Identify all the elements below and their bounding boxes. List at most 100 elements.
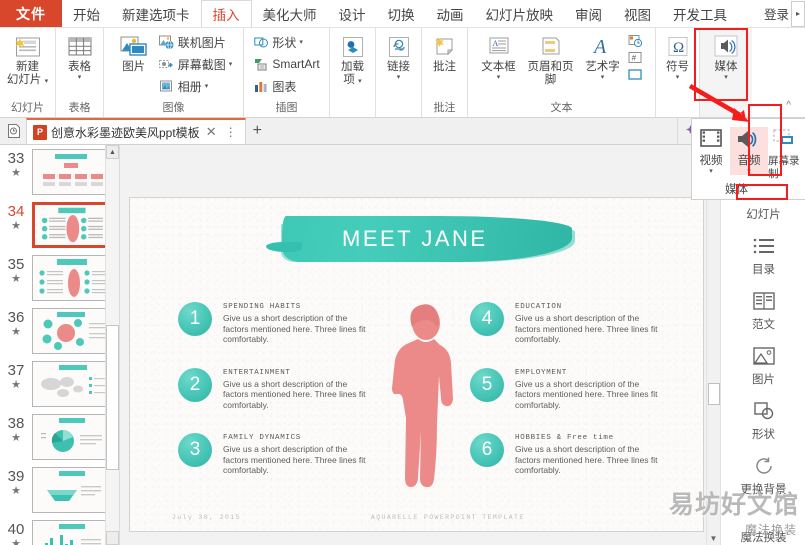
menu-item-design[interactable]: 设计 — [328, 0, 377, 27]
menu-item-insert[interactable]: 插入 — [200, 0, 252, 27]
thumbnail-image[interactable] — [32, 149, 110, 195]
thumbnail-meta: 40 ★ — [3, 520, 29, 545]
photo-album-caret[interactable]: ▾ — [205, 83, 209, 90]
wordart-button[interactable]: A 艺术字 ▾ — [582, 31, 624, 83]
thumbnail-row-36[interactable]: 36 ★ — [0, 304, 119, 357]
thumbnail-image-selected[interactable] — [32, 202, 110, 248]
star-icon[interactable]: ★ — [11, 538, 21, 545]
chevron-right-icon[interactable]: ▸ — [791, 0, 805, 27]
menu-item-view[interactable]: 视图 — [613, 0, 662, 27]
thumbnail-image[interactable] — [32, 520, 110, 545]
sidebar-item-slide[interactable]: 幻灯片 — [721, 204, 805, 228]
feature-item-5[interactable]: 5 EMPLOYMENT Give us a short description… — [470, 367, 665, 411]
sidebar-item-shape[interactable]: 形状 — [721, 393, 805, 448]
menu-item-developer[interactable]: 开发工具 — [662, 0, 738, 27]
shapes-caret[interactable]: ▾ — [299, 39, 303, 46]
slide-title[interactable]: MEET JANE — [342, 226, 572, 252]
thumbnail-row-34[interactable]: 34 ★ — [0, 198, 119, 251]
menu-item-home[interactable]: 开始 — [62, 0, 111, 27]
shapes-button[interactable]: 形状 ▾ — [251, 31, 321, 53]
document-tab[interactable]: P 创意水彩墨迹欧美风ppt模板 ✕ ⋮ — [26, 118, 246, 144]
link-caret[interactable]: ▾ — [397, 74, 401, 81]
scroll-down-icon[interactable] — [106, 531, 119, 545]
link-button[interactable]: 链接 ▾ — [380, 31, 418, 83]
thumbnail-row-38[interactable]: 38 ★ — [0, 410, 119, 463]
star-icon[interactable]: ★ — [11, 379, 21, 391]
photo-album-button[interactable]: 相册 ▾ — [157, 75, 235, 97]
thumbnail-row-40[interactable]: 40 ★ — [0, 516, 119, 545]
picture-button[interactable]: 图片 — [113, 31, 155, 76]
feature-item-4[interactable]: 4 EDUCATION Give us a short description … — [470, 302, 665, 345]
sidebar-item-sample-text[interactable]: 范文 — [721, 283, 805, 338]
video-menu-item[interactable]: 视频 ▾ — [692, 127, 730, 175]
feature-item-6[interactable]: 6 HOBBIES & Free time Give us a short de… — [470, 433, 665, 476]
chart-button[interactable]: 图表 — [251, 75, 321, 97]
thumbnail-image[interactable] — [32, 308, 110, 354]
thumbnail-row-37[interactable]: 37 ★ — [0, 357, 119, 410]
textbox-caret[interactable]: ▾ — [497, 74, 501, 81]
star-icon[interactable]: ★ — [11, 432, 21, 444]
textbox-button[interactable]: A 文本框 ▾ — [478, 31, 520, 83]
menu-item-new-tab[interactable]: 新建选项卡 — [111, 0, 201, 27]
audio-menu-item[interactable]: 音频 ▾ — [730, 127, 768, 175]
menu-item-transitions[interactable]: 切换 — [377, 0, 426, 27]
screenshot-caret[interactable]: ▾ — [229, 61, 233, 68]
addins-button[interactable]: 加载 项 ▾ — [334, 31, 372, 89]
canvas-scroll-down-icon[interactable]: ▼ — [707, 531, 720, 545]
screen-record-menu-item[interactable]: 屏幕录制 — [768, 127, 802, 181]
star-icon[interactable]: ★ — [11, 326, 21, 338]
slide-thumbnail-pane[interactable]: 33 ★ 34 ★ 35 ★ 36 ★ 37 ★ 38 ★ 39 ★ 40 ★ … — [0, 145, 120, 545]
sidebar-item-image[interactable]: 图片 — [721, 338, 805, 393]
menu-item-animations[interactable]: 动画 — [426, 0, 475, 27]
ribbon-collapse-icon[interactable]: ^ — [786, 100, 791, 111]
symbol-button[interactable]: Ω 符号 ▾ — [660, 31, 696, 83]
star-icon[interactable]: ★ — [11, 485, 21, 497]
thumbnail-row-33[interactable]: 33 ★ — [0, 145, 119, 198]
online-picture-button[interactable]: 联机图片 — [157, 31, 235, 53]
media-button[interactable]: 媒体 ▾ — [704, 31, 748, 83]
date-time-button[interactable] — [626, 32, 646, 49]
canvas-scrollbar-thumb[interactable] — [708, 383, 720, 405]
table-button[interactable]: 表格 ▾ — [60, 31, 100, 83]
symbol-caret[interactable]: ▾ — [676, 74, 680, 81]
recent-docs-icon[interactable] — [2, 119, 26, 143]
audio-caret[interactable]: ▾ — [747, 168, 751, 175]
thumbnail-image[interactable] — [32, 467, 110, 513]
wordart-caret[interactable]: ▾ — [601, 74, 605, 81]
scroll-up-icon[interactable]: ▲ — [106, 145, 119, 159]
feature-item-1[interactable]: 1 SPENDING HABITS Give us a short descri… — [178, 302, 373, 345]
menu-item-file[interactable]: 文件 — [0, 0, 62, 27]
thumbnail-row-35[interactable]: 35 ★ — [0, 251, 119, 304]
new-tab-button[interactable]: + — [246, 122, 269, 140]
login-label[interactable]: 登录 — [764, 4, 791, 23]
sidebar-item-toc[interactable]: 目录 — [721, 228, 805, 283]
star-icon[interactable]: ★ — [11, 273, 21, 285]
video-caret[interactable]: ▾ — [709, 168, 713, 175]
new-slide-button[interactable]: 新建 幻灯片 ▾ — [4, 31, 52, 89]
scrollbar-thumb[interactable] — [106, 325, 119, 470]
menu-item-beautify[interactable]: 美化大师 — [252, 0, 328, 27]
object-button[interactable] — [626, 66, 646, 83]
feature-item-3[interactable]: 3 FAMILY DYNAMICS Give us a short descri… — [178, 433, 373, 476]
symbol-omega-icon: Ω — [665, 33, 691, 61]
header-footer-button[interactable]: 页眉和页脚 — [522, 31, 580, 89]
menu-item-review[interactable]: 审阅 — [564, 0, 613, 27]
feature-item-2[interactable]: 2 ENTERTAINMENT Give us a short descript… — [178, 367, 373, 411]
table-caret[interactable]: ▾ — [78, 74, 82, 81]
tab-more-icon[interactable]: ⋮ — [223, 125, 239, 139]
active-slide[interactable]: MEET JANE 1 SPENDING HABITS Give us a sh… — [129, 197, 704, 532]
menu-item-slideshow[interactable]: 幻灯片放映 — [475, 0, 565, 27]
smartart-button[interactable]: SmartArt — [251, 53, 321, 75]
comment-button[interactable]: 批注 — [426, 31, 464, 76]
thumbnail-row-39[interactable]: 39 ★ — [0, 463, 119, 516]
thumbnail-image[interactable] — [32, 414, 110, 460]
star-icon[interactable]: ★ — [11, 220, 21, 232]
media-caret[interactable]: ▾ — [724, 74, 728, 81]
thumbnail-image[interactable] — [32, 255, 110, 301]
close-icon[interactable]: ✕ — [204, 124, 219, 140]
screenshot-button[interactable]: 屏幕截图 ▾ — [157, 53, 235, 75]
thumbnail-scrollbar[interactable]: ▲ — [105, 145, 119, 545]
star-icon[interactable]: ★ — [11, 167, 21, 179]
thumbnail-image[interactable] — [32, 361, 110, 407]
slide-number-button[interactable]: # — [626, 49, 646, 66]
